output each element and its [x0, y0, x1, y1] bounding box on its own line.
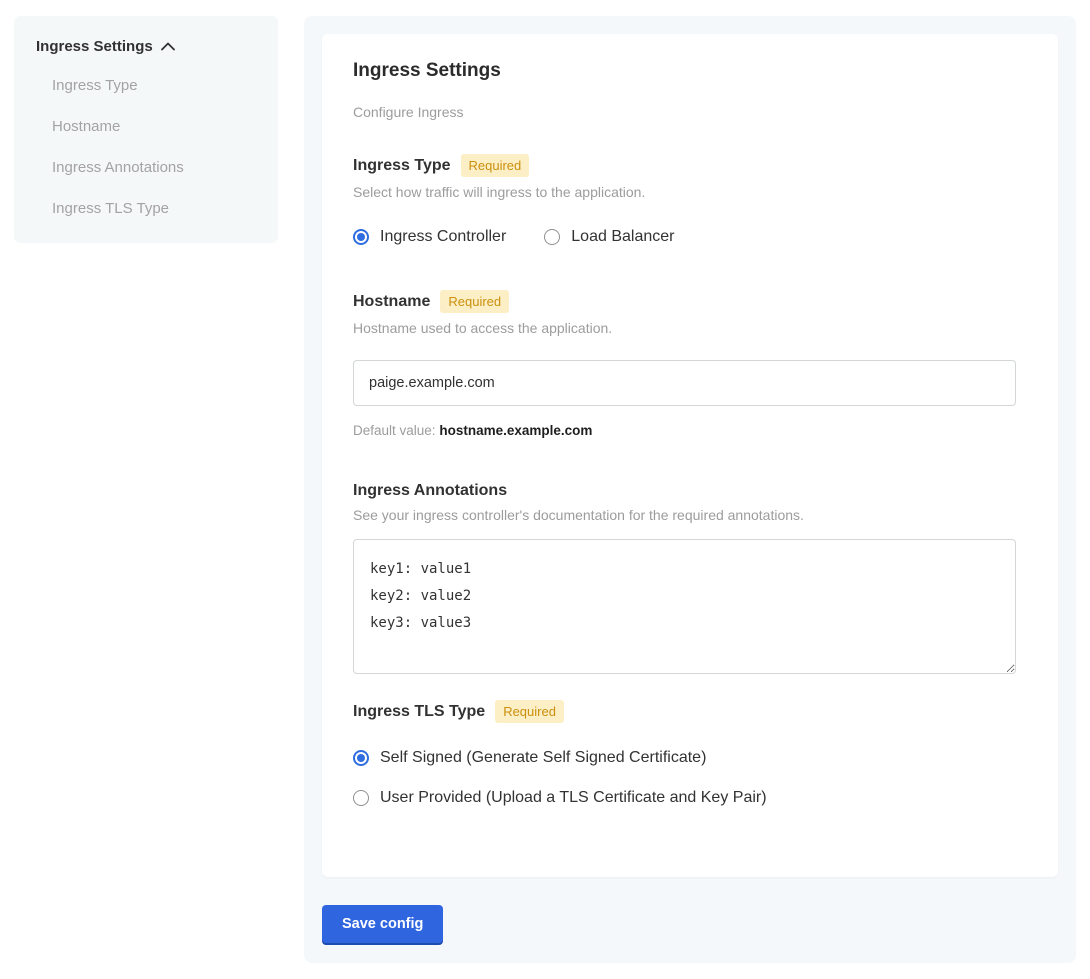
save-config-button[interactable]: Save config [322, 905, 443, 943]
card-subtitle: Configure Ingress [353, 104, 1028, 120]
radio-label: Load Balancer [571, 228, 674, 246]
hostname-default-line: Default value: hostname.example.com [353, 423, 1028, 438]
ingress-type-help: Select how traffic will ingress to the a… [353, 184, 1028, 200]
ingress-type-label: Ingress Type [353, 157, 451, 175]
radio-label: User Provided (Upload a TLS Certificate … [380, 789, 767, 807]
radio-option-user-provided[interactable]: User Provided (Upload a TLS Certificate … [353, 789, 1028, 807]
required-badge: Required [461, 154, 530, 177]
ingress-annotations-label: Ingress Annotations [353, 482, 507, 500]
radio-label: Ingress Controller [380, 228, 506, 246]
default-value-text: hostname.example.com [439, 423, 592, 438]
radio-selected-icon[interactable] [353, 229, 369, 245]
required-badge: Required [440, 290, 509, 313]
config-card: Ingress Settings Configure Ingress Ingre… [322, 34, 1058, 877]
sidebar-item-ingress-type[interactable]: Ingress Type [52, 77, 258, 94]
ingress-annotations-help: See your ingress controller's documentat… [353, 507, 1028, 523]
sidebar-item-ingress-annotations[interactable]: Ingress Annotations [52, 159, 258, 176]
ingress-annotations-textarea[interactable]: key1: value1 key2: value2 key3: value3 [353, 539, 1016, 674]
section-ingress-type: Ingress Type Required Select how traffic… [353, 154, 1028, 246]
card-title: Ingress Settings [353, 60, 1028, 82]
radio-option-load-balancer[interactable]: Load Balancer [544, 228, 674, 246]
sidebar-group-ingress-settings[interactable]: Ingress Settings [36, 38, 258, 55]
radio-label: Self Signed (Generate Self Signed Certif… [380, 749, 706, 767]
sidebar-group-label: Ingress Settings [36, 38, 153, 55]
sidebar-item-list: Ingress Type Hostname Ingress Annotation… [52, 77, 258, 217]
radio-option-ingress-controller[interactable]: Ingress Controller [353, 228, 506, 246]
hostname-help: Hostname used to access the application. [353, 320, 1028, 336]
hostname-label: Hostname [353, 293, 430, 311]
config-area: Ingress Settings Configure Ingress Ingre… [304, 16, 1076, 963]
sidebar-item-hostname[interactable]: Hostname [52, 118, 258, 135]
hostname-input[interactable] [353, 360, 1016, 406]
radio-unselected-icon[interactable] [544, 229, 560, 245]
ingress-tls-type-label: Ingress TLS Type [353, 703, 485, 721]
ingress-tls-type-radio-group: Self Signed (Generate Self Signed Certif… [353, 749, 1028, 807]
ingress-type-radio-group: Ingress Controller Load Balancer [353, 228, 1028, 246]
default-value-label: Default value: [353, 423, 436, 438]
radio-selected-icon[interactable] [353, 750, 369, 766]
page: Ingress Settings Ingress Type Hostname I… [0, 0, 1090, 979]
section-hostname: Hostname Required Hostname used to acces… [353, 290, 1028, 438]
chevron-up-icon [161, 42, 175, 51]
sidebar-item-ingress-tls-type[interactable]: Ingress TLS Type [52, 200, 258, 217]
config-sidebar: Ingress Settings Ingress Type Hostname I… [14, 16, 278, 243]
required-badge: Required [495, 700, 564, 723]
section-ingress-annotations: Ingress Annotations See your ingress con… [353, 482, 1028, 674]
radio-option-self-signed[interactable]: Self Signed (Generate Self Signed Certif… [353, 749, 1028, 767]
section-ingress-tls-type: Ingress TLS Type Required Self Signed (G… [353, 700, 1028, 807]
radio-unselected-icon[interactable] [353, 790, 369, 806]
